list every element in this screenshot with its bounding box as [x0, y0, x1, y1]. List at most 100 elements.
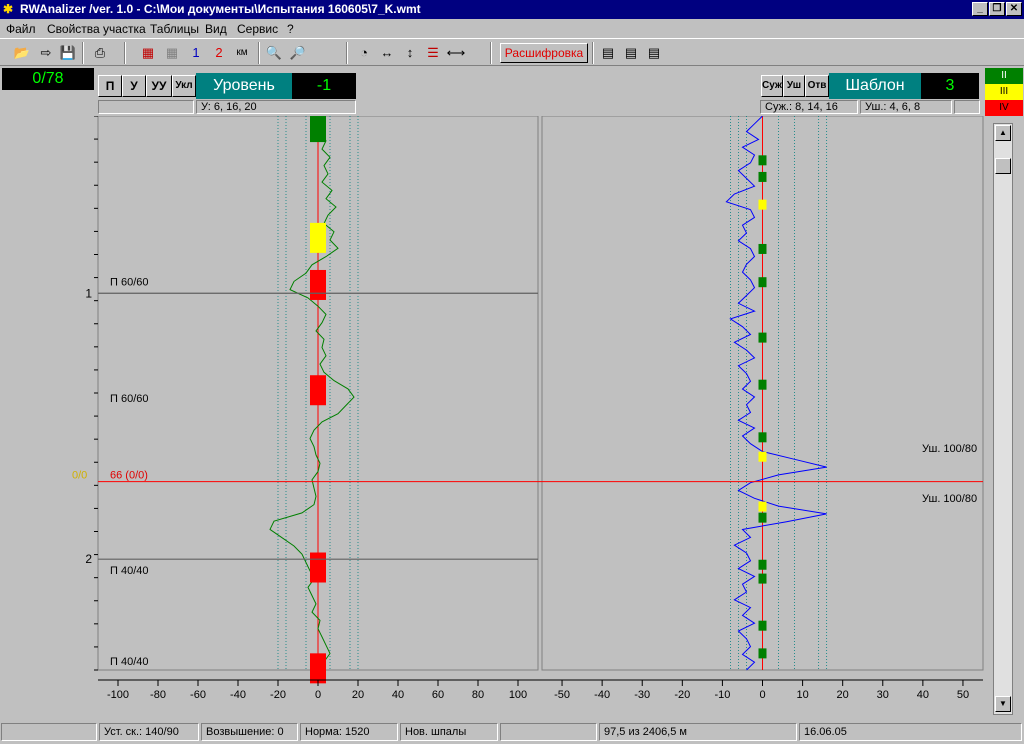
deviation-box-ii [758, 332, 767, 343]
save-icon[interactable]: 💾 [58, 43, 78, 63]
export-icon[interactable]: ⇨ [36, 43, 56, 63]
level-thresholds: У: 6, 16, 20 [196, 100, 356, 114]
close-button[interactable]: ✕ [1006, 2, 1022, 16]
wide-toggle-button[interactable]: Уш [783, 75, 805, 97]
app-icon: ✱ [3, 2, 14, 16]
toolbar-separator [124, 42, 126, 64]
vertical-measure-icon[interactable]: ↕ [400, 43, 420, 63]
menu-service[interactable]: Сервис [237, 22, 278, 36]
x-tick-label: -10 [714, 689, 730, 701]
u-toggle-button[interactable]: У [122, 75, 146, 97]
track-width-icon[interactable]: ⟷ [446, 43, 466, 63]
level-title: Уровень [196, 73, 292, 99]
vertical-scrollbar[interactable]: ▲ ▼ [993, 123, 1013, 715]
horizontal-measure-icon[interactable]: ↔ [377, 43, 397, 63]
chart-marks: -100 -80 -60 -40 -20 0 20 40 60 80 100П 60/60П 60/… [72, 116, 984, 701]
deviation-box-iv [310, 552, 326, 583]
menu-view[interactable]: Вид [205, 22, 227, 36]
deviation-counter: 0/78 [2, 68, 94, 90]
ukl-toggle-button[interactable]: Укл [172, 75, 196, 97]
x-tick-label: 0 [315, 689, 321, 701]
deviation-box-ii [758, 512, 767, 523]
zoom-out-icon[interactable]: 🔎 [288, 43, 308, 63]
status-norm: Норма: 1520 [300, 723, 398, 741]
status-position: 97,5 из 2406,5 м [599, 723, 797, 741]
section-annotation: Уш. 100/80 [922, 493, 977, 505]
deviation-box-ii [758, 559, 767, 570]
deviation-box-iv [310, 269, 326, 300]
line1-button[interactable]: 1 [186, 43, 206, 63]
p-toggle-button[interactable]: П [98, 75, 122, 97]
menu-file[interactable]: Файл [6, 22, 36, 36]
toolbar-separator [592, 42, 594, 64]
narrow-toggle-button[interactable]: Суж [761, 75, 783, 97]
x-tick-label: -30 [634, 689, 650, 701]
x-tick-label: -50 [554, 689, 570, 701]
x-tick-label: 60 [432, 689, 444, 701]
deviation-box-ii [758, 277, 767, 288]
section-annotation: П 40/40 [110, 656, 149, 668]
menu-section-properties[interactable]: Свойства участка [47, 22, 146, 36]
decode-button[interactable]: Расшифровка [500, 43, 588, 63]
section-annotation: Уш. 100/80 [922, 443, 977, 455]
track-chart[interactable]: -100 -80 -60 -40 -20 0 20 40 60 80 100П 60/60П 60/… [0, 116, 985, 720]
fine-grid-icon[interactable]: ▦ [138, 43, 158, 63]
gauge-icon[interactable]: ◔ [354, 43, 374, 63]
gauge-title: Шаблон [829, 73, 921, 99]
right-empty-field [954, 100, 980, 114]
deviation-box-iii [758, 451, 767, 462]
x-tick-label: 100 [509, 689, 527, 701]
rails-icon[interactable]: ☰ [423, 43, 443, 63]
menu-bar: Файл Свойства участка Таблицы Вид Сервис… [0, 19, 1024, 38]
deviation-toggle-button[interactable]: Отв [805, 75, 829, 97]
status-sleepers: Нов. шпалы [400, 723, 498, 741]
wide-thresholds: Уш.: 4, 6, 8 [860, 100, 952, 114]
x-tick-label: 10 [796, 689, 808, 701]
deviation-box-ii [310, 116, 326, 143]
toolbar-separator [82, 42, 84, 64]
table-edit-icon[interactable]: ▤ [621, 43, 641, 63]
x-tick-label: -20 [270, 689, 286, 701]
current-position-label: 66 (0/0) [110, 470, 148, 482]
x-tick-label: 20 [837, 689, 849, 701]
km-button[interactable]: км [232, 43, 252, 63]
x-tick-label: -40 [230, 689, 246, 701]
deviation-box-iii [758, 199, 767, 210]
x-tick-label: -80 [150, 689, 166, 701]
level-iii-indicator[interactable]: III [985, 84, 1023, 100]
gauge-value: 3 [921, 73, 979, 99]
zoom-in-icon[interactable]: 🔍 [264, 43, 284, 63]
x-tick-label: 80 [472, 689, 484, 701]
x-tick-label: 0 [759, 689, 765, 701]
level-ii-indicator[interactable]: II [985, 68, 1023, 84]
x-tick-label: -40 [594, 689, 610, 701]
current-position-left-label: 0/0 [72, 470, 87, 482]
scroll-down-button[interactable]: ▼ [995, 696, 1011, 712]
status-empty [1, 723, 97, 741]
level-iv-indicator[interactable]: IV [985, 100, 1023, 116]
menu-tables[interactable]: Таблицы [150, 22, 199, 36]
deviation-box-ii [758, 620, 767, 631]
uu-toggle-button[interactable]: УУ [146, 75, 172, 97]
minimize-button[interactable]: _ [972, 2, 988, 16]
scroll-up-button[interactable]: ▲ [995, 125, 1011, 141]
table-icon[interactable]: ▤ [598, 43, 618, 63]
toolbar-separator [346, 42, 348, 64]
open-folder-icon[interactable]: 📂 [12, 43, 32, 63]
coarse-grid-icon[interactable]: ▦ [162, 43, 182, 63]
x-tick-label: -60 [190, 689, 206, 701]
menu-help[interactable]: ? [287, 22, 294, 36]
x-tick-label: 20 [352, 689, 364, 701]
x-tick-label: 50 [957, 689, 969, 701]
print-icon[interactable]: ⎙ [90, 43, 110, 63]
deviation-box-ii [758, 432, 767, 443]
km-label: 1 [85, 286, 92, 300]
line2-button[interactable]: 2 [209, 43, 229, 63]
scroll-thumb[interactable] [995, 158, 1011, 174]
table-report-icon[interactable]: ▤ [644, 43, 664, 63]
restore-button[interactable]: ❐ [989, 2, 1005, 16]
deviation-box-ii [758, 171, 767, 182]
deviation-box-ii [758, 243, 767, 254]
deviation-box-iv [310, 653, 326, 684]
section-annotation: П 60/60 [110, 393, 149, 405]
